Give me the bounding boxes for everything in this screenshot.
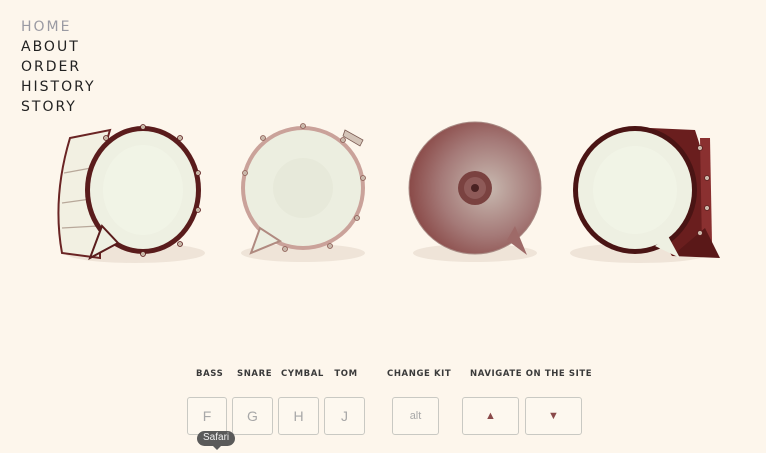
snare-drum-icon	[241, 123, 366, 262]
navigate-down-key[interactable]: ▼	[525, 397, 582, 435]
snare-key[interactable]: G	[232, 397, 273, 435]
page: HOME ABOUT ORDER HISTORY STORY BASS SNAR…	[0, 0, 766, 453]
label-tom: TOM	[334, 369, 358, 379]
label-snare: SNARE	[237, 369, 273, 379]
tom-drum-icon	[570, 126, 720, 263]
main-nav: HOME ABOUT ORDER HISTORY STORY	[21, 19, 96, 116]
label-cymbal: CYMBAL	[281, 369, 324, 379]
tom-key[interactable]: J	[324, 397, 365, 435]
cymbal-key[interactable]: H	[278, 397, 319, 435]
cymbal-icon	[408, 121, 542, 262]
bass-key[interactable]: F	[187, 397, 227, 435]
safari-tooltip: Safari	[197, 431, 236, 450]
nav-about[interactable]: ABOUT	[21, 39, 96, 56]
label-navigate: NAVIGATE ON THE SITE	[470, 369, 593, 379]
label-bass: BASS	[196, 369, 224, 379]
change-kit-key[interactable]: alt	[392, 397, 439, 435]
label-change-kit: CHANGE KIT	[387, 369, 452, 379]
nav-home[interactable]: HOME	[21, 19, 96, 36]
nav-history[interactable]: HISTORY	[21, 79, 96, 96]
nav-order[interactable]: ORDER	[21, 59, 96, 76]
cymbal[interactable]	[395, 118, 565, 278]
tom-drum[interactable]	[560, 118, 730, 278]
bass-drum-icon	[57, 124, 205, 263]
navigate-up-key[interactable]: ▲	[462, 397, 519, 435]
snare-drum[interactable]	[225, 118, 395, 278]
nav-story[interactable]: STORY	[21, 99, 96, 116]
bass-drum[interactable]	[40, 118, 210, 278]
